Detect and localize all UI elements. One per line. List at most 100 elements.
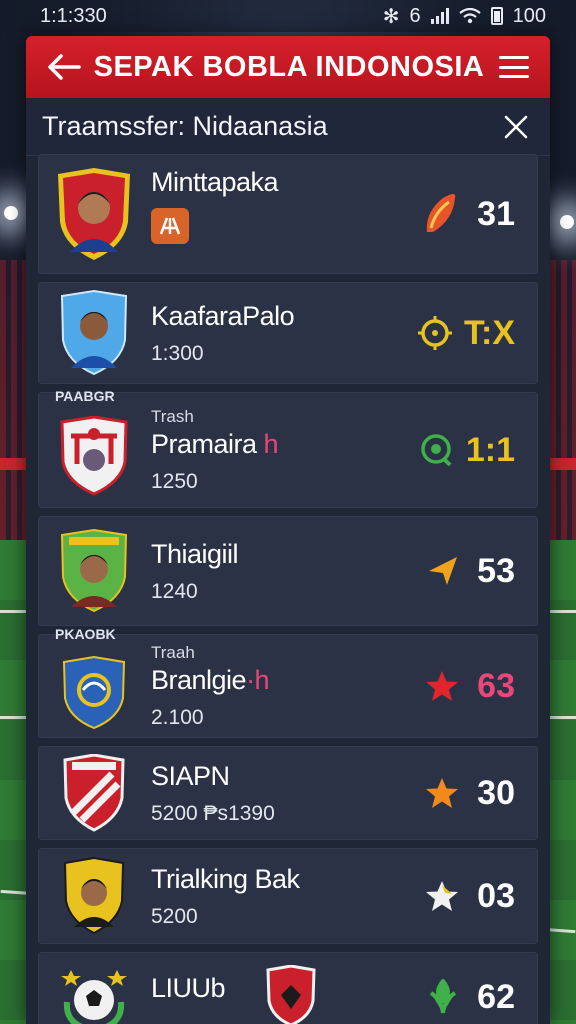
club-crest: [53, 962, 135, 1024]
star-icon: [426, 671, 458, 701]
player-name: Branlgie·h: [151, 665, 425, 696]
position-badge: [151, 207, 189, 244]
back-button[interactable]: [44, 47, 84, 87]
shield-crest-icon: [60, 529, 128, 613]
stat-value: 31: [477, 194, 515, 233]
wifi-icon: [458, 8, 481, 24]
club-crest: [53, 754, 135, 832]
player-info: Trash Pramaira h 1250: [135, 407, 420, 494]
player-stat: T:X: [418, 314, 515, 353]
target-icon: [418, 316, 452, 350]
star-icon: [426, 778, 458, 808]
player-info: Thiaigiil 1240: [135, 539, 427, 604]
player-card[interactable]: LIUUb 62: [38, 952, 538, 1024]
whistle-icon: [421, 434, 452, 467]
shield-crest-icon: [63, 754, 125, 832]
club-crest: [53, 166, 135, 262]
signal-icon: [430, 8, 449, 24]
shield-crest-icon: [60, 416, 128, 496]
player-card[interactable]: KaafaraPalo 1:300 T:X: [38, 282, 538, 384]
player-info: KaafaraPalo 1:300: [135, 301, 418, 366]
app-title: SEPAK BOBLA INDONOSIA: [93, 50, 485, 83]
shield-crest-icon: [63, 857, 125, 935]
player-stat: 30: [425, 774, 515, 813]
club-crest: [53, 290, 135, 376]
player-info: Minttapaka: [135, 167, 423, 244]
player-name: Thiaigiil: [151, 538, 239, 569]
star-icon: [426, 881, 458, 911]
transfer-tag: Trash: [151, 406, 194, 426]
status-bar: 1:1:330 ✻ 6 100: [0, 0, 576, 32]
player-card[interactable]: SIAPN 5200 ₱s1390 30: [38, 746, 538, 840]
player-name-text: Branlgie: [151, 664, 247, 695]
player-card[interactable]: Thiaigiil 1240 53: [38, 516, 538, 626]
player-name-accent: h: [256, 428, 279, 459]
player-value: 1240: [151, 579, 198, 603]
player-stat: 1:1: [420, 431, 515, 470]
app-window: SEPAK BOBLA INDONOSIA Traamssfer: Nidaan…: [26, 36, 550, 1024]
shield-crest-icon: [62, 656, 126, 730]
player-stat: 31: [423, 192, 515, 236]
player-value: 1250: [151, 469, 198, 493]
stat-value: 63: [477, 666, 515, 705]
player-name-accent: ·h: [246, 664, 270, 695]
stat-value: 30: [477, 773, 515, 812]
player-value: 2.100: [151, 705, 204, 729]
status-time: 1:1:330: [40, 4, 107, 27]
player-name: Trialking Bak: [151, 863, 300, 894]
boots-icon: [159, 217, 181, 234]
player-value: 5200: [151, 904, 198, 928]
player-card[interactable]: Minttapaka 31: [38, 154, 538, 274]
menu-button[interactable]: [494, 47, 534, 87]
player-value: 1:300: [151, 341, 204, 365]
player-name-text: Pramaira: [151, 428, 257, 459]
player-name: Pramaira h: [151, 429, 420, 460]
bluetooth-icon: ✻: [382, 5, 400, 28]
floodlight: [4, 206, 18, 220]
shield-crest-icon: [58, 168, 130, 260]
player-info: Trialking Bak 5200: [135, 864, 425, 929]
close-button[interactable]: [496, 107, 536, 147]
player-info: SIAPN 5200 ₱s1390: [135, 761, 425, 826]
ad-board: [550, 458, 576, 470]
stat-value: 62: [477, 977, 515, 1016]
page-title: Traamssfer: Nidaanasia: [42, 111, 328, 141]
flame-icon: [426, 194, 456, 232]
sub-header: Traamssfer: Nidaanasia: [26, 98, 550, 156]
club-crest: [53, 857, 135, 935]
player-name: SIAPN: [151, 760, 230, 791]
club-crest: [53, 529, 135, 613]
club-crest: PAABGR: [53, 388, 135, 496]
club-code: PKAOBK: [55, 626, 116, 642]
player-stat: 63: [425, 667, 515, 706]
stat-value: 53: [477, 551, 515, 590]
leaf-icon: [429, 979, 457, 1014]
battery-level: 100: [512, 4, 546, 27]
back-arrow-icon: [48, 54, 81, 80]
club-crest: PKAOBK: [53, 626, 135, 730]
stat-value: 1:1: [465, 430, 515, 469]
player-stat: 62: [427, 978, 515, 1017]
battery-icon: [490, 7, 503, 25]
transfer-list: Minttapaka 31 KaafaraPalo 1:300 T:X PAAB…: [26, 154, 550, 1024]
player-card[interactable]: PAABGR Trash Pramaira h 1250 1:1: [38, 388, 538, 508]
floodlight: [560, 215, 574, 229]
stat-value: 03: [477, 876, 515, 915]
stat-value: T:X: [464, 313, 515, 352]
club-code: PAABGR: [55, 388, 115, 404]
player-stat: 03: [425, 877, 515, 916]
ad-board: [0, 458, 26, 470]
club-badge-icon: [266, 965, 316, 1024]
football-crest-icon: [61, 970, 127, 1024]
player-name: Minttapaka: [151, 166, 279, 197]
player-name: KaafaraPalo: [151, 300, 295, 331]
hamburger-menu-icon: [499, 56, 529, 78]
network-label: 6: [409, 4, 421, 27]
player-stat: 53: [427, 552, 515, 591]
arrow-icon: [429, 557, 457, 585]
player-card[interactable]: Trialking Bak 5200 03: [38, 848, 538, 944]
transfer-tag: Traah: [151, 642, 195, 662]
player-card[interactable]: PKAOBK Traah Branlgie·h 2.100 63: [38, 626, 538, 738]
app-header: SEPAK BOBLA INDONOSIA: [26, 36, 550, 98]
shield-crest-icon: [60, 290, 128, 376]
